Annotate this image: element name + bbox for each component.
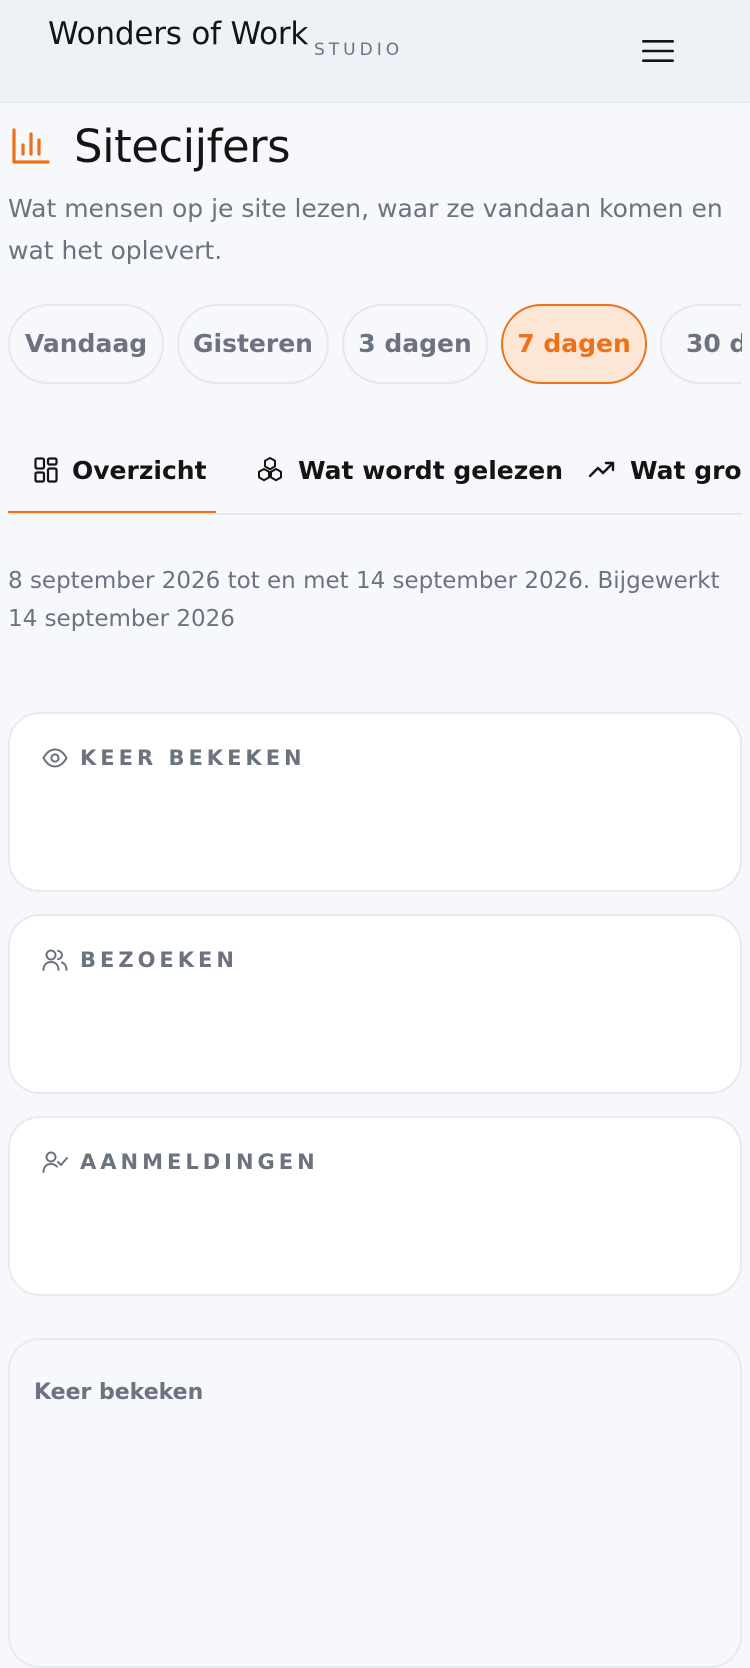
page-description: Wat mensen op je site lezen, waar ze van… (8, 194, 723, 265)
page-header: Sitecijfers Wat mensen op je site lezen,… (8, 118, 742, 272)
metric-label-text: AANMELDINGEN (80, 1150, 319, 1174)
eye-icon (42, 748, 68, 768)
active-tab-indicator (8, 511, 216, 513)
metric-card-aanmeldingen: AANMELDINGEN (8, 1116, 742, 1296)
user-check-icon (42, 1151, 68, 1173)
metric-label: AANMELDINGEN (42, 1150, 319, 1174)
page-title: Sitecijfers (74, 119, 291, 173)
grid-icon (34, 457, 58, 483)
trending-up-icon (588, 461, 615, 478)
range-pill-vandaag[interactable]: Vandaag (8, 304, 164, 384)
top-bar: Wonders of Work STUDIO (0, 0, 750, 103)
tab-wat-groeit[interactable]: Wat groeit (588, 425, 742, 513)
metric-label-text: KEER BEKEKEN (80, 746, 306, 770)
brand-name[interactable]: Wonders of Work (48, 16, 308, 52)
range-pill-30-dagen[interactable]: 30 dagen (660, 304, 742, 384)
metric-label: BEZOEKEN (42, 948, 238, 972)
date-range-selector: VandaagGisteren3 dagen7 dagen30 dagen (8, 304, 742, 386)
metric-card-bezoeken: BEZOEKEN (8, 914, 742, 1094)
views-chart-card: Keer bekeken (8, 1338, 742, 1668)
tab-label: Wat groeit (630, 455, 742, 485)
metric-label: KEER BEKEKEN (42, 746, 306, 770)
brand-subtitle: STUDIO (314, 40, 404, 60)
tab-overzicht[interactable]: Overzicht (34, 425, 207, 513)
tab-label: Wat wordt gelezen (298, 455, 564, 485)
tab-wat-wordt-gelezen[interactable]: Wat wordt gelezen (256, 425, 564, 513)
section-tabs: Overzicht Wat wordt gelezen Wat groeit (8, 425, 742, 515)
metric-label-text: BEZOEKEN (80, 948, 238, 972)
cubes-icon (258, 457, 282, 482)
users-icon (42, 949, 68, 971)
bar-chart-icon (12, 128, 50, 164)
range-pill-7-dagen[interactable]: 7 dagen (501, 304, 647, 384)
range-pill-3-dagen[interactable]: 3 dagen (342, 304, 488, 384)
hamburger-menu-icon[interactable] (640, 38, 676, 64)
tab-label: Overzicht (72, 455, 207, 485)
title-row: Sitecijfers (8, 118, 742, 174)
chart-card-title: Keer bekeken (34, 1380, 204, 1405)
period-description: 8 september 2026 tot en met 14 september… (8, 568, 720, 632)
metric-card-keer-bekeken: KEER BEKEKEN (8, 712, 742, 892)
range-pill-gisteren[interactable]: Gisteren (177, 304, 329, 384)
